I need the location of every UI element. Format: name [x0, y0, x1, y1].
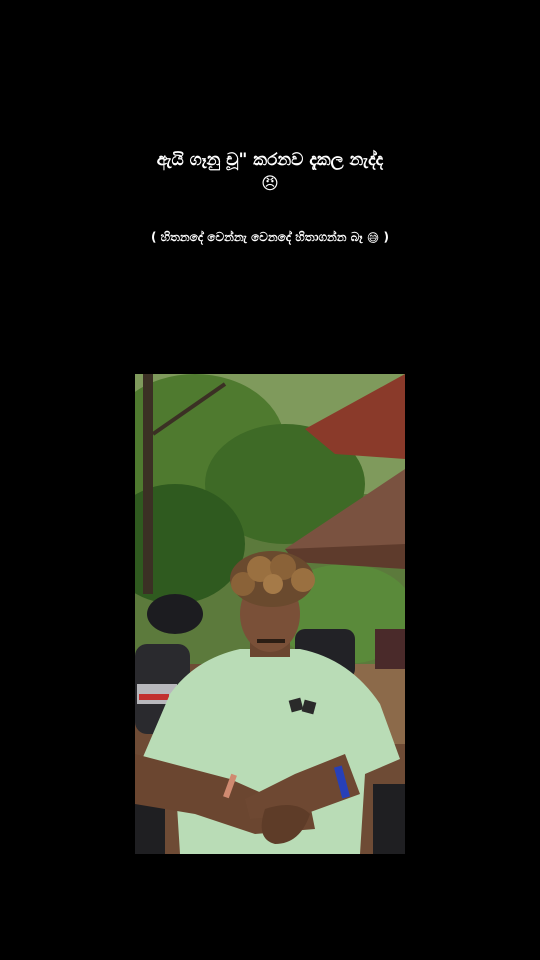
video-frame	[135, 374, 405, 854]
caption-subtitle-text: ( හිතනදේ වෙන්නැ වෙනදේ හිතාගන්න බෑ	[151, 230, 367, 244]
caption-title-text: ඇයි ගෑනු චූ" කරනව දැකල නැද්ද	[156, 150, 384, 170]
angry-face-icon: 😠	[261, 174, 279, 194]
caption-title: ඇයි ගෑනු චූ" කරනව දැකල නැද්ද 😠	[0, 148, 540, 196]
caption-subtitle: ( හිතනදේ වෙන්නැ වෙනදේ හිතාගන්න බෑ 😅 )	[0, 228, 540, 247]
sweat-smile-icon: 😅	[366, 230, 380, 245]
video-frame-image	[135, 374, 405, 854]
caption-subtitle-end: )	[379, 230, 389, 244]
